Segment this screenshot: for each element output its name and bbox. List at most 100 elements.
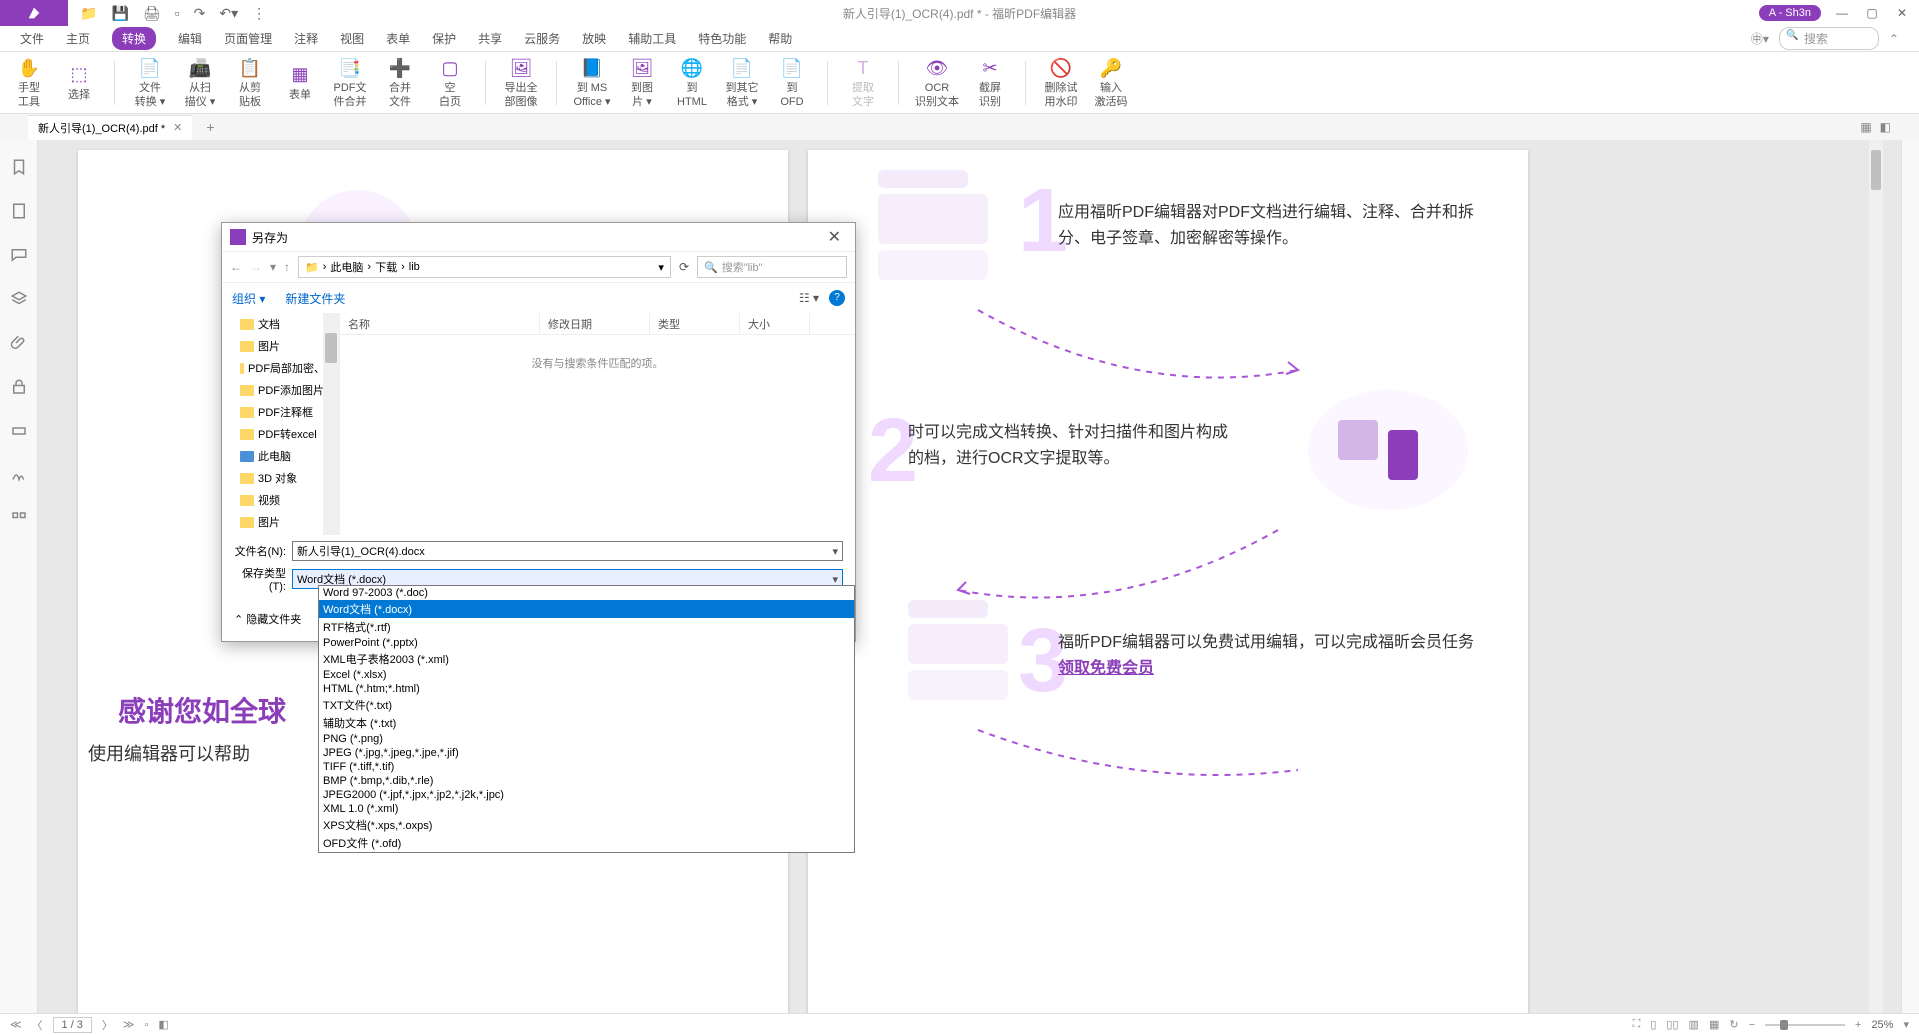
ribbon-item-8[interactable]: ▢空 白页 bbox=[431, 56, 469, 108]
ribbon-item-4[interactable]: 📋从剪 贴板 bbox=[231, 56, 269, 108]
tree-item[interactable]: 3D 对象 bbox=[222, 467, 339, 489]
dropdown-option[interactable]: RTF格式(*.rtf) bbox=[319, 618, 854, 636]
menu-view[interactable]: 视图 bbox=[340, 30, 364, 47]
dropdown-option[interactable]: 辅助文本 (*.txt) bbox=[319, 714, 854, 732]
qat-more-icon[interactable]: ⋮ bbox=[252, 5, 266, 22]
page-indicator[interactable]: 1 / 3 bbox=[53, 1017, 92, 1033]
dropdown-option[interactable]: Word文档 (*.docx) bbox=[319, 600, 854, 618]
dropdown-option[interactable]: BMP (*.bmp,*.dib,*.rle) bbox=[319, 774, 854, 788]
menu-search-input[interactable]: 搜索 bbox=[1779, 27, 1879, 50]
expand-icon[interactable]: ⛶ bbox=[1633, 1018, 1641, 1031]
rotate-icon[interactable]: ↻ bbox=[1729, 1018, 1738, 1031]
ribbon-item-10[interactable]: 📘到 MS Office ▾ bbox=[573, 56, 611, 108]
col-name[interactable]: 名称 bbox=[340, 313, 540, 334]
dropdown-option[interactable]: Excel (*.xlsx) bbox=[319, 668, 854, 682]
ribbon-item-1[interactable]: ⬚选择 bbox=[60, 63, 98, 102]
path-breadcrumb[interactable]: 📁 › 此电脑› 下载› lib ▾ bbox=[298, 256, 671, 278]
filetype-dropdown[interactable]: Word 97-2003 (*.doc)Word文档 (*.docx)RTF格式… bbox=[318, 585, 855, 853]
nav-history-icon[interactable]: ▾ bbox=[270, 260, 276, 274]
new-folder-button[interactable]: 新建文件夹 bbox=[285, 290, 345, 307]
ribbon-item-13[interactable]: 📄到其它 格式 ▾ bbox=[723, 56, 761, 108]
ribbon-item-19[interactable]: 🔑输入 激活码 bbox=[1092, 56, 1130, 108]
dropdown-option[interactable]: Word 97-2003 (*.doc) bbox=[319, 586, 854, 600]
menu-page[interactable]: 页面管理 bbox=[224, 30, 272, 47]
tree-scrollbar[interactable] bbox=[323, 313, 339, 535]
nav-up-icon[interactable]: ↑ bbox=[284, 260, 290, 274]
tree-item[interactable]: PDF添加图片 bbox=[222, 379, 339, 401]
menu-file[interactable]: 文件 bbox=[20, 30, 44, 47]
filename-input[interactable]: 新人引导(1)_OCR(4).docx bbox=[292, 541, 843, 561]
last-page-icon[interactable]: ≫ bbox=[123, 1018, 135, 1031]
ribbon-item-12[interactable]: 🌐到 HTML bbox=[673, 56, 711, 108]
print-icon[interactable]: 🖨 bbox=[143, 5, 161, 22]
zoom-out-icon[interactable]: − bbox=[1749, 1019, 1755, 1031]
pages-icon[interactable] bbox=[10, 202, 28, 220]
dropdown-option[interactable]: PowerPoint (*.pptx) bbox=[319, 636, 854, 650]
dialog-close-button[interactable]: ✕ bbox=[822, 227, 847, 247]
tree-item[interactable]: PDF局部加密、R bbox=[222, 357, 339, 379]
menu-comment[interactable]: 注释 bbox=[294, 30, 318, 47]
organize-button[interactable]: 组织 ▾ bbox=[232, 290, 265, 307]
security-icon[interactable] bbox=[10, 378, 28, 396]
ribbon-item-14[interactable]: 📄到 OFD bbox=[773, 56, 811, 108]
folder-tree[interactable]: 文档图片PDF局部加密、RPDF添加图片PDF注释框PDF转excel此电脑3D… bbox=[222, 313, 340, 535]
nav-forward-icon[interactable]: → bbox=[250, 260, 262, 274]
comments-icon[interactable] bbox=[10, 246, 28, 264]
undo-icon[interactable]: ↶▾ bbox=[219, 5, 238, 22]
ribbon-item-5[interactable]: ▦表单 bbox=[281, 63, 319, 102]
maximize-button[interactable]: ▢ bbox=[1863, 4, 1881, 22]
signatures-icon[interactable] bbox=[10, 466, 28, 484]
file-list[interactable]: 名称 修改日期 类型 大小 没有与搜索条件匹配的项。 bbox=[340, 313, 855, 535]
vertical-scrollbar[interactable] bbox=[1869, 140, 1883, 1013]
help-icon[interactable]: ? bbox=[829, 290, 845, 306]
menu-form[interactable]: 表单 bbox=[386, 30, 410, 47]
ribbon-item-18[interactable]: 🚫删除试 用水印 bbox=[1042, 56, 1080, 108]
ribbon-item-9[interactable]: 🖼导出全 部图像 bbox=[502, 56, 540, 108]
prev-page-icon[interactable]: 〈 bbox=[32, 1017, 43, 1033]
nav-back-icon[interactable]: ← bbox=[230, 260, 242, 274]
dropdown-option[interactable]: XML 1.0 (*.xml) bbox=[319, 802, 854, 816]
dropdown-option[interactable]: PNG (*.png) bbox=[319, 732, 854, 746]
page-icon[interactable]: ▫ bbox=[175, 5, 180, 21]
dropdown-option[interactable]: XPS文档(*.xps,*.oxps) bbox=[319, 816, 854, 834]
collapse-ribbon-icon[interactable]: ⌃ bbox=[1889, 32, 1899, 46]
ribbon-item-16[interactable]: 👁OCR 识别文本 bbox=[915, 56, 959, 108]
open-icon[interactable]: 📁 bbox=[80, 5, 97, 22]
tree-item[interactable]: 视频 bbox=[222, 489, 339, 511]
tab-close-icon[interactable]: ✕ bbox=[173, 121, 182, 134]
dropdown-option[interactable]: OFD文件 (*.ofd) bbox=[319, 834, 854, 852]
nav-icon-2[interactable]: ◧ bbox=[158, 1018, 168, 1031]
grid-view-icon[interactable]: ▦ bbox=[1860, 120, 1871, 134]
panel-icon[interactable]: ◧ bbox=[1880, 120, 1891, 134]
ribbon-item-17[interactable]: ✂截屏 识别 bbox=[971, 56, 1009, 108]
new-tab-button[interactable]: + bbox=[200, 119, 220, 135]
ribbon-item-11[interactable]: 🖼到图 片 ▾ bbox=[623, 56, 661, 108]
hide-folders-toggle[interactable]: ⌃ 隐藏文件夹 bbox=[234, 611, 301, 627]
view-cont-facing-icon[interactable]: ▦ bbox=[1709, 1018, 1719, 1031]
view-single-icon[interactable]: ▯ bbox=[1650, 1018, 1656, 1031]
tree-item[interactable]: 文档 bbox=[222, 313, 339, 335]
save-icon[interactable]: 💾 bbox=[111, 5, 128, 22]
col-date[interactable]: 修改日期 bbox=[540, 313, 650, 334]
tree-item[interactable]: PDF转excel bbox=[222, 423, 339, 445]
file-list-header[interactable]: 名称 修改日期 类型 大小 bbox=[340, 313, 855, 335]
dropdown-option[interactable]: HTML (*.htm;*.html) bbox=[319, 682, 854, 696]
zoom-level[interactable]: 25% bbox=[1871, 1019, 1893, 1031]
fields-icon[interactable] bbox=[10, 422, 28, 440]
menu-protect[interactable]: 保护 bbox=[432, 30, 456, 47]
tree-item[interactable]: PDF注释框 bbox=[222, 401, 339, 423]
tree-item[interactable]: 此电脑 bbox=[222, 445, 339, 467]
close-button[interactable]: ✕ bbox=[1893, 4, 1911, 22]
menu-features[interactable]: 特色功能 bbox=[698, 30, 746, 47]
dialog-title-bar[interactable]: 另存为 ✕ bbox=[222, 223, 855, 251]
view-facing-icon[interactable]: ▥ bbox=[1689, 1018, 1699, 1031]
menu-accessibility[interactable]: 辅助工具 bbox=[628, 30, 676, 47]
col-size[interactable]: 大小 bbox=[740, 313, 810, 334]
document-tab[interactable]: 新人引导(1)_OCR(4).pdf * ✕ bbox=[28, 115, 192, 140]
view-mode-icon[interactable]: ☷ ▾ bbox=[799, 291, 819, 305]
ribbon-item-7[interactable]: ➕合并 文件 bbox=[381, 56, 419, 108]
ribbon-item-3[interactable]: 📠从扫 描仪 ▾ bbox=[181, 56, 219, 108]
dialog-search-input[interactable]: 🔍搜索"lib" bbox=[697, 256, 847, 278]
form-icon[interactable] bbox=[10, 510, 28, 528]
zoom-slider[interactable] bbox=[1765, 1024, 1845, 1026]
